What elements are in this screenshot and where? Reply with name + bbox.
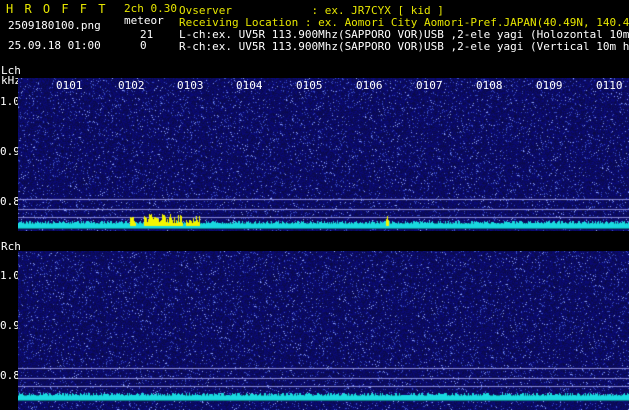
lch-ytick: 1.0 — [0, 95, 20, 108]
hroft-window: H R O F F T 2ch 0.30 2509180100.png 25.0… — [0, 0, 629, 410]
rch-info-line: R-ch:ex. UV5R 113.900Mhz(SAPPORO VOR)USB… — [179, 40, 629, 53]
time-tick-label: 0102 — [118, 79, 145, 92]
rch-ytick: 0.9 — [0, 319, 20, 332]
rch-ytick: 0.8 — [0, 369, 20, 382]
time-tick-label: 0109 — [536, 79, 563, 92]
rch-spectrogram — [18, 251, 629, 410]
time-tick-label: 0105 — [296, 79, 323, 92]
app-title: H R O F F T — [6, 2, 108, 16]
lch-ytick: 0.9 — [0, 145, 20, 158]
lch-spectrogram — [18, 78, 629, 231]
date-time: 25.09.18 01:00 — [8, 39, 101, 52]
file-name: 2509180100.png — [8, 19, 101, 32]
time-tick-label: 0103 — [177, 79, 204, 92]
time-tick-label: 0101 — [56, 79, 83, 92]
rch-ytick: 1.0 — [0, 269, 20, 282]
time-tick-label: 0107 — [416, 79, 443, 92]
lch-waterfall-canvas — [18, 78, 629, 231]
time-tick-label: 0108 — [476, 79, 503, 92]
meteor-count-r: 0 — [140, 39, 147, 52]
time-tick-label: 0106 — [356, 79, 383, 92]
time-tick-label: 0110 — [596, 79, 623, 92]
time-tick-label: 0104 — [236, 79, 263, 92]
mode-label: meteor — [124, 14, 164, 27]
rch-waterfall-canvas — [18, 251, 629, 410]
lch-ytick: 0.8 — [0, 195, 20, 208]
